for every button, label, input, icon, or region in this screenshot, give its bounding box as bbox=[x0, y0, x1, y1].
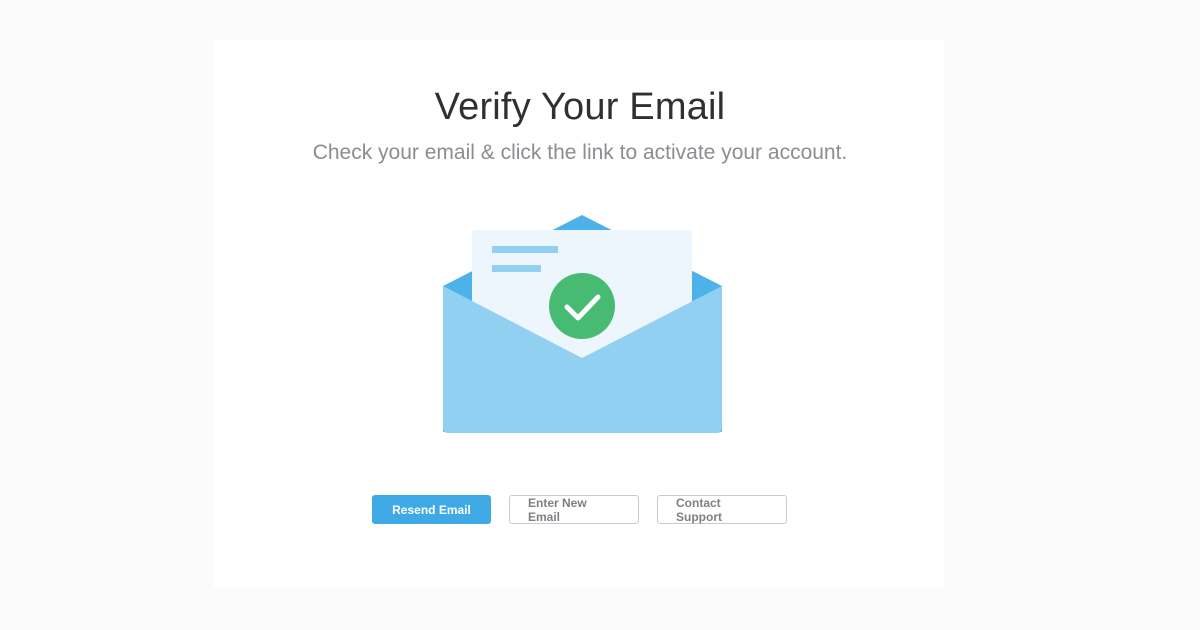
verify-email-page: Verify Your Email Check your email & cli… bbox=[0, 0, 1200, 630]
resend-email-button[interactable]: Resend Email bbox=[372, 495, 491, 524]
page-subtitle: Check your email & click the link to act… bbox=[312, 141, 848, 164]
letter-line bbox=[492, 246, 558, 253]
page-title: Verify Your Email bbox=[434, 86, 726, 128]
contact-support-button[interactable]: Contact Support bbox=[657, 495, 787, 524]
letter-line bbox=[492, 265, 541, 272]
envelope-icon bbox=[440, 210, 725, 438]
enter-new-email-button[interactable]: Enter New Email bbox=[509, 495, 639, 524]
action-buttons: Resend Email Enter New Email Contact Sup… bbox=[372, 495, 787, 524]
check-circle-icon bbox=[549, 273, 615, 339]
